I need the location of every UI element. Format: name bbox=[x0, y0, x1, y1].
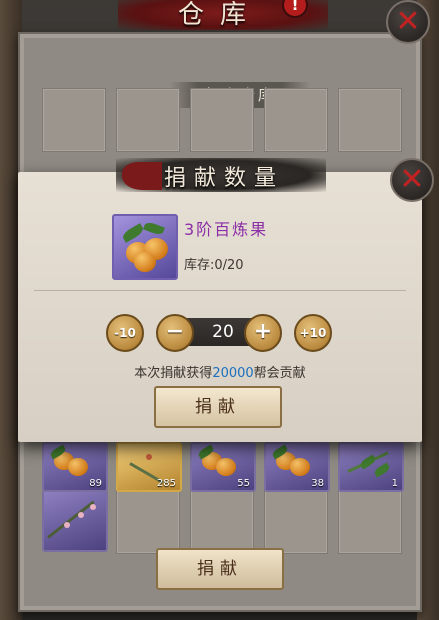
dialog-title: 捐献数量 bbox=[163, 166, 284, 191]
reward-suffix: 帮会贡献 bbox=[253, 366, 306, 381]
item-count: 285 bbox=[156, 478, 176, 489]
plus-button[interactable]: + bbox=[244, 314, 282, 352]
donate-dialog: 捐献数量 3阶百炼果 库存:0/20 -10 − 20 + +10 本次捐献获得… bbox=[18, 158, 422, 442]
divider bbox=[34, 290, 406, 291]
storage-slot[interactable] bbox=[338, 88, 402, 152]
game-screen: 帮会仓库 89 285 55 bbox=[0, 0, 439, 620]
fruit-icon bbox=[216, 458, 236, 476]
blossom-branch-icon bbox=[47, 500, 95, 539]
reward-text: 本次捐献获得20000帮会贡献 bbox=[18, 362, 422, 381]
storage-item[interactable] bbox=[42, 490, 108, 552]
storage-item[interactable]: 285 bbox=[116, 442, 182, 492]
reward-prefix: 本次捐献获得 bbox=[134, 366, 213, 381]
warehouse-donate-button[interactable]: 捐献 bbox=[156, 548, 284, 590]
close-dialog-button[interactable]: ✕ bbox=[390, 158, 434, 202]
storage-item[interactable]: 1 bbox=[338, 442, 404, 492]
close-warehouse-button[interactable]: ✕ bbox=[386, 0, 430, 44]
leaf-icon bbox=[359, 454, 377, 470]
storage-slot[interactable] bbox=[338, 490, 402, 554]
blossom-icon bbox=[64, 522, 70, 528]
minus-ten-button[interactable]: -10 bbox=[106, 314, 144, 352]
storage-item[interactable]: 55 bbox=[190, 442, 256, 492]
storage-slot[interactable] bbox=[116, 490, 180, 554]
item-icon bbox=[112, 214, 178, 280]
minus-button[interactable]: − bbox=[156, 314, 194, 352]
storage-slot[interactable] bbox=[42, 88, 106, 152]
reward-amount: 20000 bbox=[212, 366, 254, 381]
leaf-icon bbox=[143, 220, 165, 237]
storage-slot[interactable] bbox=[116, 88, 180, 152]
storage-slot[interactable] bbox=[264, 490, 328, 554]
leaf-icon bbox=[120, 223, 146, 243]
item-stock: 库存:0/20 bbox=[184, 258, 244, 273]
item-name: 3阶百炼果 bbox=[184, 220, 269, 239]
blossom-icon bbox=[146, 454, 152, 460]
fruit-icon bbox=[134, 252, 156, 272]
blossom-icon bbox=[78, 512, 84, 518]
storage-slot[interactable] bbox=[190, 490, 254, 554]
item-count: 55 bbox=[237, 478, 250, 489]
storage-slot[interactable] bbox=[190, 88, 254, 152]
warehouse-title: 仓库 bbox=[177, 0, 262, 30]
storage-item[interactable]: 38 bbox=[264, 442, 330, 492]
donate-button[interactable]: 捐献 bbox=[154, 386, 282, 428]
fruit-icon bbox=[68, 458, 88, 476]
leaf-icon bbox=[373, 462, 391, 478]
item-count: 38 bbox=[311, 478, 324, 489]
item-count: 89 bbox=[89, 478, 102, 489]
fruit-icon bbox=[290, 458, 310, 476]
blossom-icon bbox=[90, 504, 96, 510]
close-icon: ✕ bbox=[395, 4, 421, 39]
close-icon: ✕ bbox=[399, 162, 425, 197]
storage-slot[interactable] bbox=[264, 88, 328, 152]
plus-ten-button[interactable]: +10 bbox=[294, 314, 332, 352]
item-count: 1 bbox=[391, 478, 398, 489]
storage-item[interactable]: 89 bbox=[42, 442, 108, 492]
